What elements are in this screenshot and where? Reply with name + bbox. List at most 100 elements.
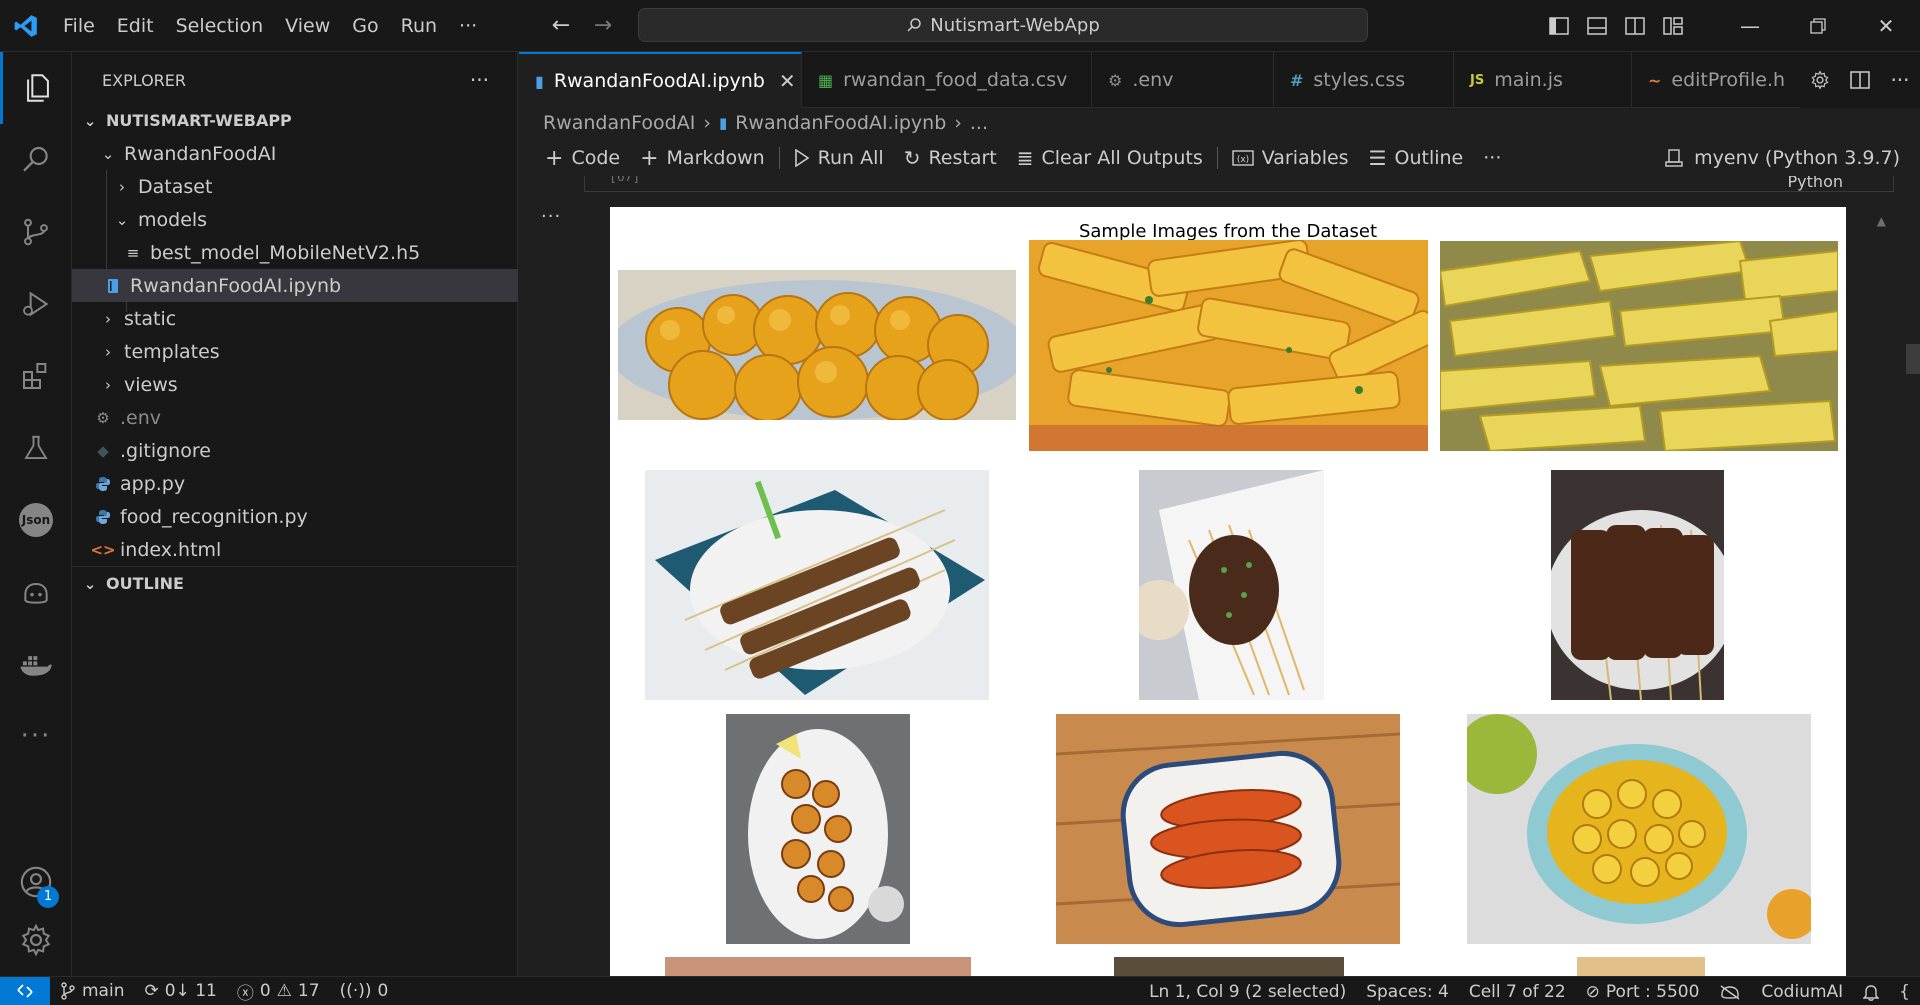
breadcrumb-symbol[interactable]: ... bbox=[970, 112, 988, 134]
kernel-picker[interactable]: myenv (Python 3.9.7) bbox=[1664, 140, 1900, 176]
python-icon bbox=[92, 509, 114, 525]
tree-item-models[interactable]: ⌄ models bbox=[72, 203, 518, 236]
warning-icon: ⚠ bbox=[276, 981, 292, 1001]
menu-more[interactable]: ··· bbox=[448, 0, 488, 52]
source-control-icon[interactable] bbox=[0, 196, 72, 268]
tree-item-templates[interactable]: › templates bbox=[72, 335, 518, 368]
extensions-icon[interactable] bbox=[0, 340, 72, 412]
customize-layout-icon[interactable] bbox=[1654, 0, 1692, 52]
tab-env[interactable]: ⚙ .env bbox=[1092, 52, 1274, 108]
tab-csv[interactable]: ▦ rwandan_food_data.csv bbox=[802, 52, 1092, 108]
menu-view[interactable]: View bbox=[274, 0, 341, 52]
code-cell-bottom[interactable]: [67] Python bbox=[584, 176, 1894, 192]
notebook-settings-gear-icon[interactable] bbox=[1800, 70, 1840, 90]
run-all-label: Run All bbox=[817, 147, 884, 169]
scroll-up-arrow-icon[interactable]: ▲ bbox=[1877, 214, 1886, 228]
cell-position[interactable]: Cell 7 of 22 bbox=[1459, 977, 1576, 1005]
tree-item-notebook[interactable]: RwandanFoodAI.ipynb bbox=[72, 269, 518, 302]
tree-item-index-html[interactable]: <> index.html bbox=[72, 533, 518, 566]
minimize-icon[interactable]: — bbox=[1716, 0, 1784, 52]
forward-arrow-icon[interactable]: → bbox=[590, 13, 616, 39]
file-lines-icon: ≡ bbox=[126, 243, 140, 262]
live-server-status[interactable]: ⊘ Port : 5500 bbox=[1576, 977, 1710, 1005]
tab-main-js[interactable]: JS main.js bbox=[1454, 52, 1632, 108]
menu-selection[interactable]: Selection bbox=[165, 0, 275, 52]
tree-item-best-model[interactable]: ≡ best_model_MobileNetV2.h5 bbox=[72, 236, 518, 269]
restart-label: Restart bbox=[928, 147, 997, 169]
add-code-cell-button[interactable]: + Code bbox=[535, 140, 630, 176]
plus-icon: + bbox=[545, 145, 564, 171]
scrollbar-thumb[interactable] bbox=[1906, 344, 1920, 374]
tree-item-food-recognition[interactable]: food_recognition.py bbox=[72, 500, 518, 533]
tab-styles-css[interactable]: # styles.css bbox=[1274, 52, 1454, 108]
toggle-secondary-sidebar-icon[interactable] bbox=[1616, 0, 1654, 52]
more-views-icon[interactable]: ··· bbox=[0, 700, 72, 772]
chevron-down-icon: ⌄ bbox=[101, 144, 115, 163]
problems-status[interactable]: ⓧ 0 ⚠ 17 bbox=[227, 977, 330, 1005]
toggle-primary-sidebar-icon[interactable] bbox=[1540, 0, 1578, 52]
explorer-more-button[interactable]: ··· bbox=[470, 68, 489, 92]
tree-item-static[interactable]: › static bbox=[72, 302, 518, 335]
command-center-label: Nutismart-WebApp bbox=[930, 14, 1100, 36]
remote-indicator-icon[interactable] bbox=[0, 976, 50, 1005]
docker-icon[interactable] bbox=[0, 628, 72, 700]
run-debug-icon[interactable] bbox=[0, 268, 72, 340]
braces-status-icon[interactable]: { bbox=[1889, 977, 1920, 1005]
toolbar-more-button[interactable]: ··· bbox=[1473, 140, 1511, 176]
menu-run[interactable]: Run bbox=[390, 0, 448, 52]
git-branch-status[interactable]: main bbox=[50, 977, 134, 1005]
tree-item-label: Dataset bbox=[138, 175, 213, 198]
cursor-position[interactable]: Ln 1, Col 9 (2 selected) bbox=[1139, 977, 1356, 1005]
food-image-row4-middle bbox=[1114, 957, 1344, 976]
close-tab-icon[interactable]: ✕ bbox=[779, 69, 796, 93]
close-window-icon[interactable]: ✕ bbox=[1852, 0, 1920, 52]
tree-item-views[interactable]: › views bbox=[72, 368, 518, 401]
testing-flask-icon[interactable] bbox=[0, 412, 72, 484]
menu-edit[interactable]: Edit bbox=[106, 0, 165, 52]
food-image-plantain-chips-bowl bbox=[1467, 714, 1811, 944]
sync-status[interactable]: ⟳ 0↓ 11 bbox=[134, 977, 226, 1005]
ports-status[interactable]: ((·)) 0 bbox=[330, 977, 399, 1005]
indentation-status[interactable]: Spaces: 4 bbox=[1356, 977, 1459, 1005]
command-center[interactable]: Nutismart-WebApp bbox=[638, 8, 1368, 42]
no-entry-icon: ⊘ bbox=[1585, 981, 1600, 1002]
codium-status[interactable]: CodiumAI bbox=[1751, 977, 1853, 1005]
menu-go[interactable]: Go bbox=[341, 0, 389, 52]
manage-gear-icon[interactable] bbox=[0, 904, 72, 976]
split-editor-icon[interactable] bbox=[1840, 71, 1880, 89]
run-all-button[interactable]: Run All bbox=[784, 140, 894, 176]
clear-outputs-button[interactable]: ≣ Clear All Outputs bbox=[1007, 140, 1213, 176]
search-icon bbox=[907, 18, 921, 32]
tree-item-label: RwandanFoodAI bbox=[124, 142, 277, 165]
tree-item-env[interactable]: ⚙ .env bbox=[72, 401, 518, 434]
add-markdown-cell-button[interactable]: + Markdown bbox=[630, 140, 775, 176]
tab-actions: ··· bbox=[1800, 52, 1920, 108]
tree-item-app-py[interactable]: app.py bbox=[72, 467, 518, 500]
copilot-status-icon[interactable] bbox=[1709, 977, 1751, 1005]
toggle-panel-icon[interactable] bbox=[1578, 0, 1616, 52]
tree-item-gitignore[interactable]: ◆ .gitignore bbox=[72, 434, 518, 467]
variables-button[interactable]: (x) Variables bbox=[1222, 140, 1359, 176]
search-icon[interactable] bbox=[0, 124, 72, 196]
workspace-root[interactable]: ⌄ NUTISMART-WEBAPP bbox=[72, 104, 518, 137]
sync-icon: ⟳ bbox=[144, 981, 159, 1001]
outline-section[interactable]: ⌄ OUTLINE bbox=[72, 567, 518, 600]
menu-file[interactable]: File bbox=[52, 0, 106, 52]
copilot-icon[interactable] bbox=[0, 556, 72, 628]
more-actions-icon[interactable]: ··· bbox=[1880, 68, 1920, 92]
outline-button[interactable]: ☰ Outline bbox=[1359, 140, 1474, 176]
tab-notebook[interactable]: ▮ RwandanFoodAI.ipynb ✕ bbox=[519, 52, 802, 108]
json-icon[interactable]: Json bbox=[0, 484, 72, 556]
notifications-bell-icon[interactable] bbox=[1853, 977, 1889, 1005]
tree-item-dataset[interactable]: › Dataset bbox=[72, 170, 518, 203]
output-more-button[interactable]: ··· bbox=[541, 206, 561, 227]
breadcrumb-folder[interactable]: RwandanFoodAI bbox=[543, 112, 695, 134]
tree-item-rwandanfoodai[interactable]: ⌄ RwandanFoodAI bbox=[72, 137, 518, 170]
breadcrumb-file[interactable]: RwandanFoodAI.ipynb bbox=[735, 112, 946, 134]
cell-language[interactable]: Python bbox=[1788, 176, 1843, 191]
restart-button[interactable]: ↻ Restart bbox=[894, 140, 1007, 176]
food-image-plantain-oval-plate bbox=[726, 714, 910, 944]
restore-icon[interactable] bbox=[1784, 0, 1852, 52]
explorer-icon[interactable] bbox=[0, 52, 72, 124]
back-arrow-icon[interactable]: ← bbox=[548, 13, 574, 39]
